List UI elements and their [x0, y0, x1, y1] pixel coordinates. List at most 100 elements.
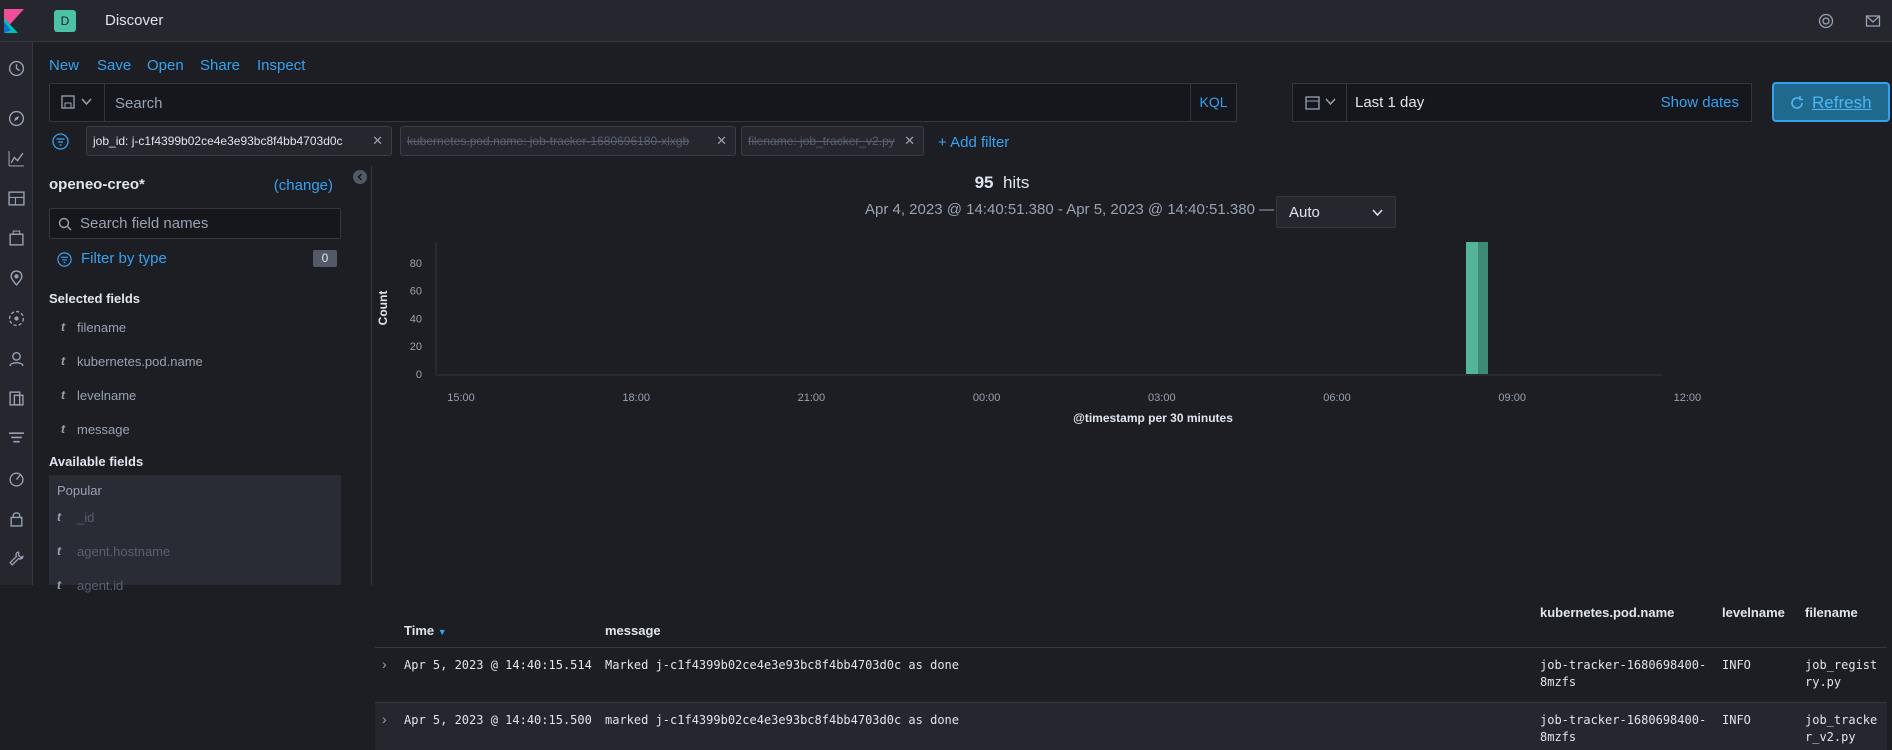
field-item-id[interactable]: t _id — [49, 507, 341, 529]
chevron-left-icon — [357, 173, 363, 181]
column-header-filename[interactable]: filename — [1805, 605, 1858, 620]
cell-file-line2: ry.py — [1805, 675, 1842, 689]
bars — [1466, 242, 1488, 374]
saved-query-menu-button[interactable] — [50, 84, 105, 121]
field-item-agent-hostname[interactable]: t agent.hostname — [49, 541, 341, 563]
cell-pod-line2: 8mzfs — [1540, 675, 1577, 689]
y-tick-label: 60 — [410, 286, 422, 298]
metrics-icon[interactable] — [8, 350, 25, 367]
canvas-icon[interactable] — [8, 230, 25, 247]
index-pattern-title: openeo-creo* — [49, 176, 145, 193]
help-icon[interactable] — [1818, 13, 1834, 29]
table-row: › Apr 5, 2023 @ 14:40:15.500 marked j-c1… — [375, 702, 1887, 750]
filter-pill-label: kubernetes.pod.name: job-tracker-1680696… — [407, 134, 690, 148]
interval-select[interactable]: Auto — [1276, 196, 1396, 228]
filter-pill-pod-name[interactable]: kubernetes.pod.name: job-tracker-1680696… — [400, 126, 736, 156]
add-filter-button[interactable]: + Add filter — [938, 134, 1009, 151]
field-item-levelname[interactable]: t levelname — [49, 385, 341, 407]
uptime-icon[interactable] — [8, 470, 25, 487]
kql-language-toggle[interactable]: KQL — [1190, 83, 1237, 122]
date-range-value[interactable]: Last 1 day — [1355, 94, 1424, 111]
field-item-filename[interactable]: t filename — [49, 317, 341, 339]
discover-compass-icon[interactable] — [8, 110, 25, 127]
remove-filter-icon[interactable]: ✕ — [716, 127, 727, 155]
quick-menu-button[interactable] — [1293, 84, 1347, 121]
x-tick-label: 18:00 — [622, 392, 650, 404]
chevron-down-icon — [81, 98, 92, 106]
save-link[interactable]: Save — [97, 57, 131, 74]
popular-heading: Popular — [57, 483, 102, 498]
histogram-bar-partial[interactable] — [1478, 242, 1488, 374]
recent-clock-icon[interactable] — [8, 60, 25, 77]
filter-count-badge: 0 — [313, 250, 337, 267]
chevron-down-icon — [1325, 98, 1336, 106]
column-header-time[interactable]: Time ▼ — [404, 623, 447, 638]
logs-icon[interactable] — [8, 390, 25, 407]
maps-icon[interactable] — [8, 270, 25, 287]
interval-value: Auto — [1289, 204, 1320, 221]
query-bar — [49, 83, 1237, 122]
string-type-icon: t — [57, 578, 61, 592]
new-link[interactable]: New — [49, 57, 79, 74]
expand-row-icon[interactable]: › — [382, 711, 387, 727]
dashboard-icon[interactable] — [8, 190, 25, 207]
hits-count: 95 — [974, 173, 994, 192]
string-type-icon: t — [61, 354, 65, 368]
cell-time: Apr 5, 2023 @ 14:40:15.500 — [404, 713, 592, 727]
cell-file-line1: job_tracke — [1805, 713, 1878, 727]
filter-by-type-button[interactable]: Filter by type — [81, 250, 167, 267]
remove-filter-icon[interactable]: ✕ — [904, 127, 915, 155]
remove-filter-icon[interactable]: ✕ — [372, 127, 383, 155]
collapse-sidebar-button[interactable] — [353, 170, 367, 184]
refresh-button[interactable]: Refresh — [1772, 82, 1890, 122]
selected-fields-heading: Selected fields — [49, 291, 141, 306]
field-name: kubernetes.pod.name — [77, 354, 203, 369]
sort-down-icon[interactable]: ▼ — [438, 627, 447, 637]
field-item-pod-name[interactable]: t kubernetes.pod.name — [49, 351, 341, 373]
mail-icon[interactable] — [1865, 13, 1881, 29]
kibana-logo-icon[interactable] — [0, 9, 28, 33]
date-picker: Last 1 day Show dates — [1292, 83, 1752, 122]
space-avatar[interactable]: D — [54, 10, 76, 32]
security-lock-icon[interactable] — [8, 510, 25, 527]
column-header-pod-name[interactable]: kubernetes.pod.name — [1540, 605, 1674, 620]
cell-pod-line2: 8mzfs — [1540, 730, 1577, 744]
hits-counter: 95 hits — [372, 173, 1632, 193]
dev-tools-wrench-icon[interactable] — [8, 550, 25, 567]
cell-level: INFO — [1722, 713, 1751, 727]
x-axis-label: @timestamp per 30 minutes — [1073, 411, 1233, 425]
field-name: levelname — [77, 388, 137, 403]
column-header-levelname[interactable]: levelname — [1722, 605, 1785, 620]
cell-level: INFO — [1722, 658, 1751, 672]
x-tick-label: 12:00 — [1674, 392, 1702, 404]
cell-file-line2: r_v2.py — [1805, 730, 1856, 744]
search-input[interactable] — [115, 93, 1115, 113]
y-tick-label: 40 — [410, 313, 422, 325]
change-index-pattern-link[interactable]: (change) — [274, 177, 333, 194]
x-axis: 15:00 18:00 21:00 00:00 03:00 06:00 09:00 12:00 — [447, 392, 1701, 404]
histogram-bar[interactable] — [1466, 242, 1478, 374]
save-icon — [61, 95, 75, 109]
filter-menu-icon[interactable] — [52, 133, 69, 150]
visualize-icon[interactable] — [8, 150, 25, 167]
refresh-label: Refresh — [1812, 93, 1872, 112]
share-link[interactable]: Share — [200, 57, 240, 74]
field-item-message[interactable]: t message — [49, 419, 341, 441]
x-tick-label: 09:00 — [1498, 392, 1526, 404]
ml-icon[interactable] — [8, 310, 25, 327]
expand-row-icon[interactable]: › — [382, 656, 387, 672]
field-name: _id — [77, 510, 95, 525]
field-name: agent.id — [77, 578, 124, 593]
filter-pill-job-id[interactable]: job_id: j-c1f4399b02ce4e3e93bc8f4bb4703d… — [86, 126, 392, 156]
x-tick-label: 15:00 — [447, 392, 475, 404]
field-search-input[interactable] — [80, 215, 330, 232]
filter-pill-filename[interactable]: filename: job_tracker_v2.py ✕ — [741, 126, 924, 156]
inspect-link[interactable]: Inspect — [257, 57, 305, 74]
show-dates-link[interactable]: Show dates — [1661, 94, 1739, 111]
y-tick-label: 0 — [416, 369, 422, 381]
open-link[interactable]: Open — [147, 57, 184, 74]
field-item-agent-id[interactable]: t agent.id — [49, 575, 341, 597]
column-header-message[interactable]: message — [605, 623, 661, 638]
apm-icon[interactable] — [8, 430, 25, 447]
calendar-icon — [1305, 96, 1320, 110]
